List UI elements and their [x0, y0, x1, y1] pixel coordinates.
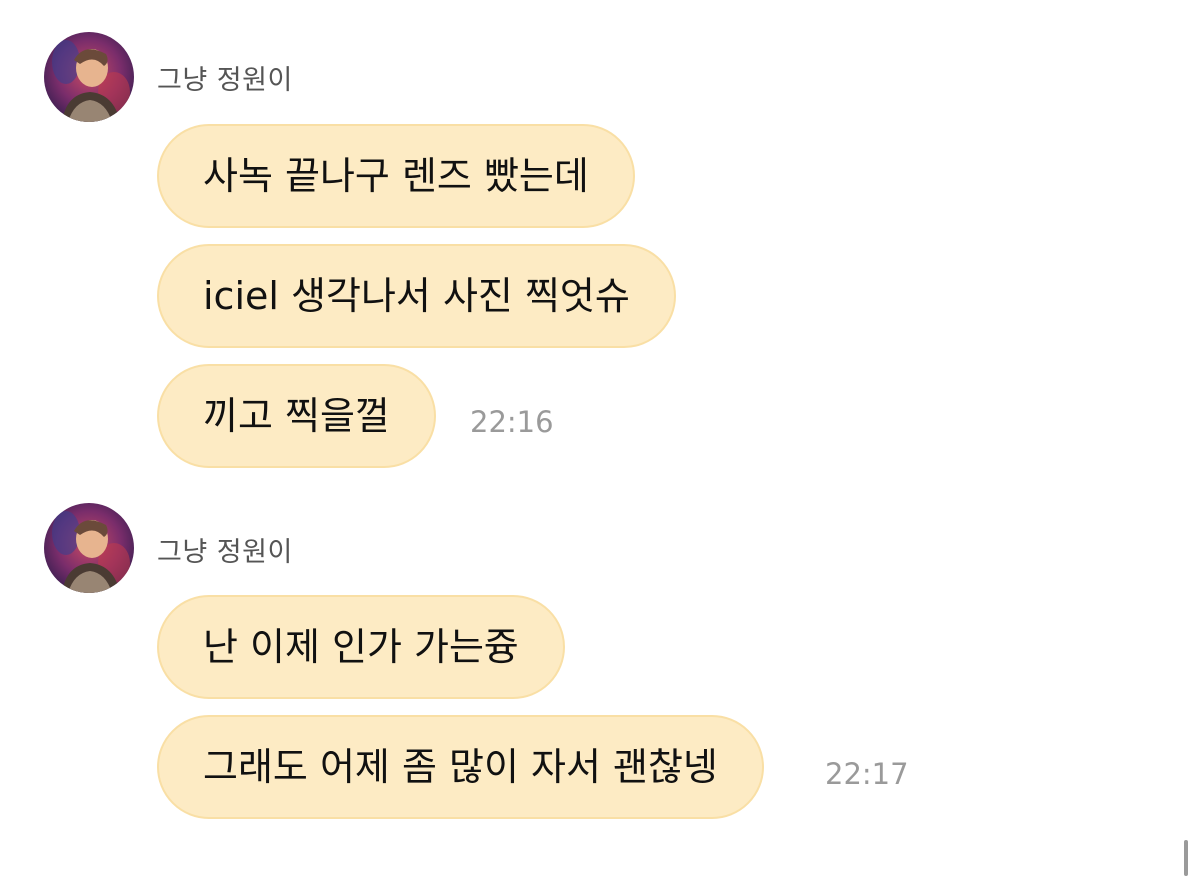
message-bubble[interactable]: 그래도 어제 좀 많이 자서 괜찮넹 — [157, 715, 764, 819]
profile-photo-icon — [44, 503, 134, 593]
message-bubble[interactable]: 끼고 찍을껄 — [157, 364, 436, 468]
message-bubble[interactable]: 사녹 끝나구 렌즈 빴는데 — [157, 124, 635, 228]
avatar[interactable] — [44, 503, 134, 593]
sender-name: 그냥 정원이 — [157, 65, 293, 96]
profile-photo-icon — [44, 32, 134, 122]
sender-name: 그냥 정원이 — [157, 537, 293, 568]
message-bubble[interactable]: iciel 생각나서 사진 찍엇슈 — [157, 244, 676, 348]
timestamp: 22:17 — [825, 757, 909, 791]
message-bubble[interactable]: 난 이제 인가 가는즁 — [157, 595, 565, 699]
scrollbar[interactable] — [1184, 840, 1188, 876]
avatar[interactable] — [44, 32, 134, 122]
chat-window: 그냥 정원이 사녹 끝나구 렌즈 빴는데 iciel 생각나서 사진 찍엇슈 끼… — [0, 0, 1200, 876]
timestamp: 22:16 — [470, 405, 554, 439]
